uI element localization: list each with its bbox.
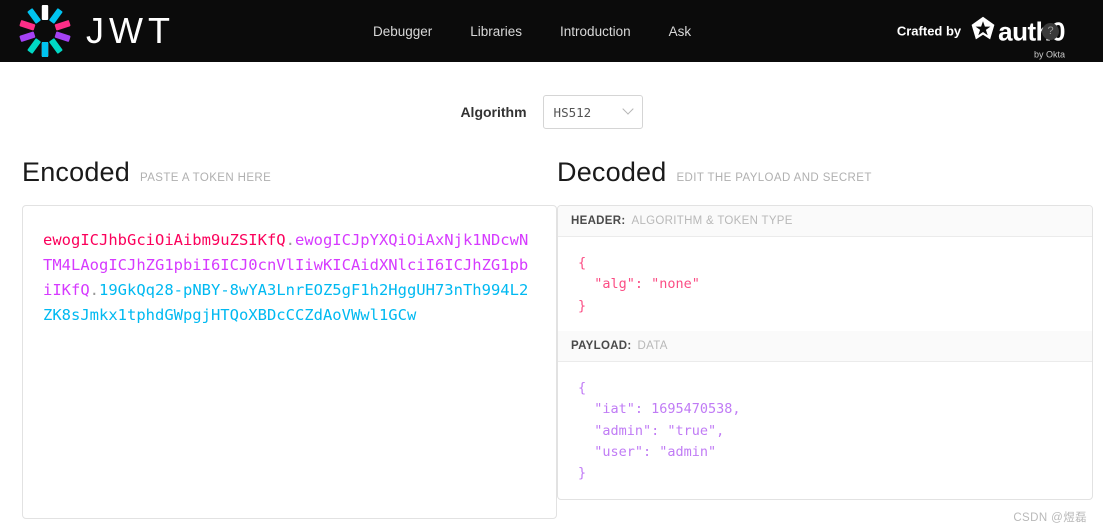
encoded-column: Encoded PASTE A TOKEN HERE ewogICJhbGciO… [10,157,557,519]
encoded-subtitle: PASTE A TOKEN HERE [140,172,272,184]
auth0-shield-icon [970,16,996,47]
help-question-icon[interactable]: ? [1042,22,1059,40]
algorithm-select[interactable]: HS512 [542,95,643,129]
payload-json-editor[interactable]: { "iat": 1695470538, "admin": "true", "u… [558,362,1092,499]
payload-section-sub: DATA [637,339,668,352]
algorithm-label: Algorithm [460,104,527,120]
token-header-segment: ewogICJhbGciOiAibm9uZSIKfQ [43,231,286,249]
encoded-token-text: ewogICJhbGciOiAibm9uZSIKfQ.ewogICJpYXQiO… [43,228,536,328]
header-json-editor[interactable]: { "alg": "none" } [558,237,1092,331]
nav-link-debugger[interactable]: Debugger [373,24,432,39]
top-navbar: JWT Debugger Libraries Introduction Ask … [0,0,1103,62]
header-section-bar: HEADER: ALGORITHM & TOKEN TYPE [558,206,1092,237]
payload-section-bar: PAYLOAD: DATA [558,330,1092,362]
crafted-by-block: Crafted by auth0 by Okta ? [896,16,1065,60]
header-section-sub: ALGORITHM & TOKEN TYPE [631,215,793,227]
brand-wordmark: JWT [86,10,175,51]
decoded-title: Decoded [557,157,667,187]
jwt-burst-logo-icon [18,4,72,58]
encoded-token-input[interactable]: ewogICJhbGciOiAibm9uZSIKfQ.ewogICJpYXQiO… [22,205,557,519]
nav-link-introduction[interactable]: Introduction [560,24,631,39]
encoded-heading: Encoded PASTE A TOKEN HERE [22,157,557,188]
token-signature-segment: 19GkQq28-pNBY-8wYA3LnrEOZ5gF1h2HggUH73nT… [43,281,529,325]
decoded-panel: HEADER: ALGORITHM & TOKEN TYPE { "alg": … [557,205,1093,500]
decoded-heading: Decoded EDIT THE PAYLOAD AND SECRET [557,157,1093,188]
decoded-column: Decoded EDIT THE PAYLOAD AND SECRET HEAD… [557,157,1093,519]
decoded-subtitle: EDIT THE PAYLOAD AND SECRET [676,172,872,184]
by-okta-label: by Okta [1033,49,1065,60]
encoded-title: Encoded [22,157,130,187]
nav-links: Debugger Libraries Introduction Ask [373,24,691,39]
nav-link-ask[interactable]: Ask [669,24,692,39]
algorithm-selected-value: HS512 [553,104,592,120]
token-separator-1: . [285,231,295,249]
payload-section-label: PAYLOAD: [571,339,632,352]
chevron-down-icon [621,103,634,115]
token-separator-2: . [89,281,100,300]
brand-logo[interactable]: JWT [18,4,175,58]
watermark: CSDN @煜磊 [1013,512,1087,524]
crafted-by-label: Crafted by [896,23,962,39]
header-section-label: HEADER: [571,215,626,227]
algorithm-row: Algorithm HS512 [0,95,1103,129]
nav-link-libraries[interactable]: Libraries [470,24,522,39]
main-columns: Encoded PASTE A TOKEN HERE ewogICJhbGciO… [0,157,1103,519]
